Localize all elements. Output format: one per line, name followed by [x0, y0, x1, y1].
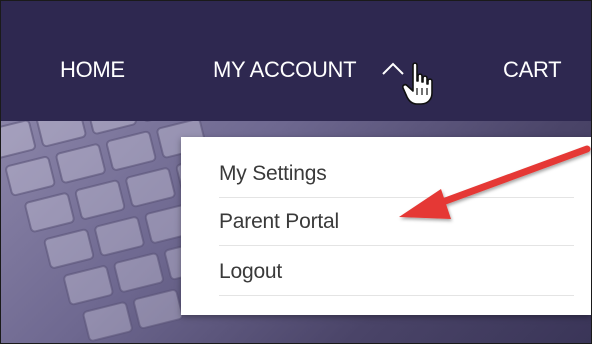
menu-item-logout[interactable]: Logout	[219, 249, 574, 296]
top-navigation-bar: HOME MY ACCOUNT CART	[1, 1, 591, 121]
red-arrow-icon	[399, 145, 591, 219]
nav-item-cart[interactable]: CART	[503, 57, 562, 83]
nav-item-my-account[interactable]: MY ACCOUNT	[213, 57, 357, 83]
hand-pointer-icon	[402, 62, 433, 105]
screenshot-frame: HOME MY ACCOUNT CART My Settings Parent …	[0, 0, 592, 344]
nav-item-home[interactable]: HOME	[60, 57, 125, 83]
